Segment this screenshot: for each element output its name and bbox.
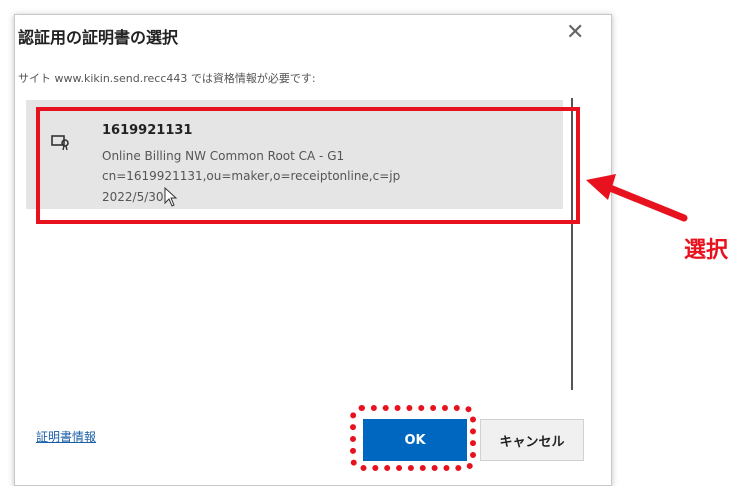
dialog-subtitle: サイト www.kikin.send.recc443 では資格情報が必要です:: [18, 72, 316, 85]
dialog-title: 認証用の証明書の選択: [18, 28, 179, 47]
close-icon[interactable]: ✕: [566, 22, 584, 44]
certificate-info-link[interactable]: 証明書情報: [36, 428, 96, 445]
arrow-icon: [586, 174, 688, 222]
cancel-button[interactable]: キャンセル: [480, 419, 584, 461]
select-annotation-label: 選択: [684, 238, 729, 263]
selection-highlight-box: [36, 107, 580, 224]
ok-highlight-box: [350, 405, 476, 471]
